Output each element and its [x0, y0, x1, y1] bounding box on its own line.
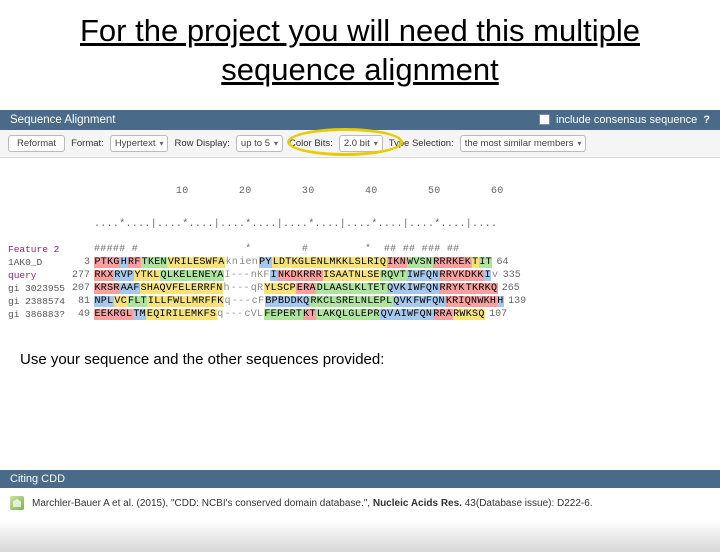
seq-label: gi 386883? — [8, 308, 70, 321]
seq-start: 3 — [70, 256, 94, 269]
chevron-down-icon: ▾ — [159, 139, 163, 148]
seq-end: 335 — [499, 269, 523, 282]
chevron-down-icon: ▾ — [577, 139, 581, 148]
seq-residues: RKXRVPYTKLQLKELENEYAI---nKFINKDKRRRISAAT… — [94, 269, 499, 282]
seq-label: gi 3023955 — [8, 282, 70, 295]
color-bits-value: 2.0 bit — [344, 138, 370, 149]
seq-start: 81 — [70, 295, 94, 308]
seq-residues: NPLVCFLTILLFWLLMRFFKq---cFBPBDDKQRKCLSRE… — [94, 295, 504, 308]
feature-label: Feature 2 — [8, 243, 70, 256]
citation-prefix: Marchler-Bauer A et al. (2015), "CDD: NC… — [32, 498, 373, 509]
slide-title: For the project you will need this multi… — [40, 12, 680, 90]
alignment-row: gi 238857481NPLVCFLTILLFWLLMRFFKq---cFBP… — [8, 295, 712, 308]
ruler-numbers: 10 20 30 40 50 60 — [94, 186, 712, 197]
row-display-label: Row Display: — [174, 138, 229, 149]
format-value: Hypertext — [115, 138, 156, 149]
footer-gradient — [0, 520, 720, 552]
consensus-label: include consensus sequence — [556, 114, 697, 126]
instruction-text: Use your sequence and the other sequence… — [20, 351, 700, 368]
panel-title: Sequence Alignment — [10, 114, 116, 126]
citation-suffix: 43(Database issue): D222-6. — [462, 498, 593, 509]
row-display-value: up to 5 — [241, 138, 270, 149]
color-bits-label: Color Bits: — [289, 138, 333, 149]
citing-header: Citing CDD — [0, 470, 720, 488]
seq-start: 277 — [70, 269, 94, 282]
consensus-checkbox[interactable] — [539, 114, 550, 125]
reformat-button[interactable]: Reformat — [8, 135, 65, 152]
citation-journal: Nucleic Acids Res. — [373, 498, 462, 509]
chevron-down-icon: ▾ — [274, 139, 278, 148]
seq-end: 107 — [485, 308, 509, 321]
seq-residues: KRSRAAFSHAQVFELERRFNh---qRYLSCPERADLAASL… — [94, 282, 498, 295]
format-select[interactable]: Hypertext ▾ — [110, 135, 169, 152]
alignment-row: gi 3023955207KRSRAAFSHAQVFELERRFNh---qRY… — [8, 282, 712, 295]
seq-end: 64 — [492, 256, 516, 269]
seq-label: query — [8, 269, 70, 282]
row-display-select[interactable]: up to 5 ▾ — [236, 135, 283, 152]
publication-icon — [10, 496, 24, 510]
alignment-row: query277RKXRVPYTKLQLKELENEYAI---nKFINKDK… — [8, 269, 712, 282]
seq-end: 265 — [498, 282, 522, 295]
type-selection-label: Type Selection: — [389, 138, 454, 149]
format-label: Format: — [71, 138, 104, 149]
seq-end: 139 — [504, 295, 528, 308]
citation-row: Marchler-Bauer A et al. (2015), "CDD: NC… — [0, 490, 720, 516]
feature-seq: ##### # * # * ## ## ### ## — [94, 243, 466, 256]
seq-residues: PTKGHRFTKENVRILESWFAknienPYLDTKGLENLMKKL… — [94, 256, 492, 269]
type-selection-value: the most similar members — [465, 138, 574, 149]
alignment-panel-header: Sequence Alignment include consensus seq… — [0, 110, 720, 130]
alignment-row: gi 386883?49EEKRGLTMEQIRILEMKFSq---cVLFE… — [8, 308, 712, 321]
citation-text: Marchler-Bauer A et al. (2015), "CDD: NC… — [32, 498, 593, 509]
alignment-ruler: 10 20 30 40 50 60 ....*....|....*....|..… — [0, 158, 720, 241]
seq-label: 1AK0_D — [8, 256, 70, 269]
seq-residues: EEKRGLTMEQIRILEMKFSq---cVLFEPERTKTLAKQLG… — [94, 308, 485, 321]
seq-start: 207 — [70, 282, 94, 295]
help-icon[interactable]: ? — [703, 114, 710, 126]
color-bits-select[interactable]: 2.0 bit ▾ — [339, 135, 383, 152]
seq-start: 49 — [70, 308, 94, 321]
chevron-down-icon: ▾ — [374, 139, 378, 148]
alignment-toolbar: Reformat Format: Hypertext ▾ Row Display… — [0, 130, 720, 158]
ruler-ticks: ....*....|....*....|....*....|....*....|… — [94, 219, 712, 230]
feature-row: Feature 2 ##### # * # * ## ## ### ## — [8, 243, 712, 256]
alignment-area: Feature 2 ##### # * # * ## ## ### ## 1AK… — [0, 241, 720, 329]
alignment-row: 1AK0_D3PTKGHRFTKENVRILESWFAknienPYLDTKGL… — [8, 256, 712, 269]
type-selection-select[interactable]: the most similar members ▾ — [460, 135, 587, 152]
seq-label: gi 2388574 — [8, 295, 70, 308]
